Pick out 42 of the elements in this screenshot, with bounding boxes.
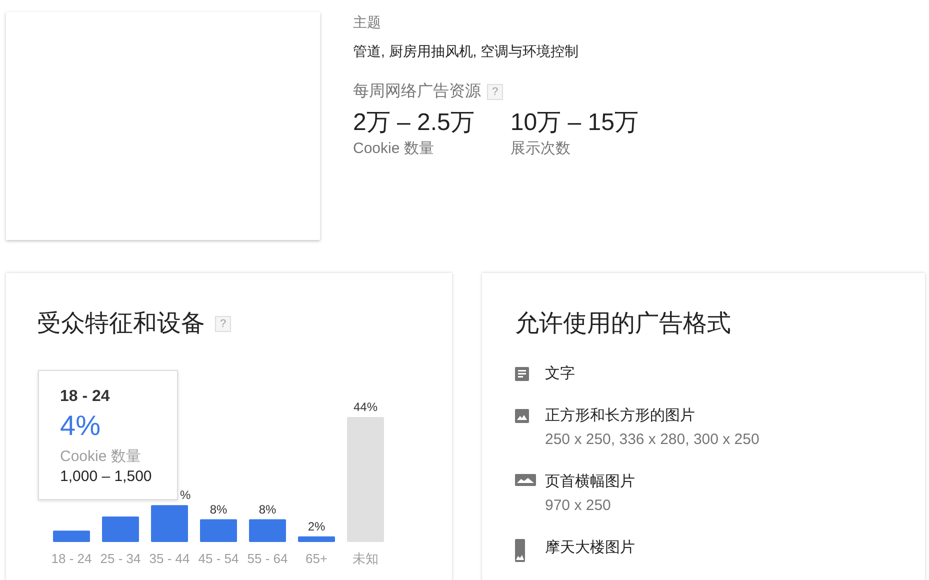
topic-label: 主题 <box>353 13 382 32</box>
format-name: 正方形和长方形的图片 <box>545 406 696 426</box>
axis-label: 65+ <box>305 551 328 566</box>
bar[interactable] <box>102 516 139 542</box>
axis-label: 25 - 34 <box>100 551 141 566</box>
help-icon[interactable]: ? <box>487 84 503 100</box>
stat-label: Cookie 数量 <box>353 139 435 159</box>
stat-value: 2万 – 2.5万 <box>353 108 474 138</box>
inventory-label: 每周网络广告资源 <box>353 82 481 102</box>
image-icon <box>515 409 529 423</box>
axis-label: 45 - 54 <box>198 551 239 566</box>
tooltip-title: 18 - 24 <box>60 387 111 407</box>
image-icon <box>515 474 536 486</box>
value-label: 44% <box>353 400 378 414</box>
format-name: 文字 <box>545 364 575 384</box>
value-label: 2% <box>308 519 326 534</box>
bar[interactable] <box>200 519 237 542</box>
bar[interactable] <box>249 519 286 542</box>
axis-label: 35 - 44 <box>149 551 190 566</box>
bar[interactable] <box>53 530 90 542</box>
value-label: 8% <box>210 502 228 516</box>
card-title: 允许使用的广告格式 <box>515 310 731 337</box>
tooltip-value: 4% <box>60 409 102 443</box>
stat-value: 10万 – 15万 <box>510 108 638 138</box>
bar[interactable] <box>298 536 335 542</box>
format-sizes: 250 x 250, 336 x 280, 300 x 250 <box>545 430 760 450</box>
format-name: 摩天大楼图片 <box>545 538 635 558</box>
help-icon[interactable]: ? <box>215 316 231 332</box>
axis-label: 18 - 24 <box>51 551 92 566</box>
value-label: 8% <box>258 502 276 516</box>
topic-value: 管道, 厨房用抽风机, 空调与环境控制 <box>353 42 580 61</box>
axis-label: 未知 <box>352 551 378 566</box>
value-label: % <box>180 488 191 502</box>
tooltip-range: 1,000 – 1,500 <box>60 467 153 487</box>
document-icon <box>515 367 529 381</box>
axis-label: 55 - 64 <box>247 551 288 566</box>
format-sizes: 970 x 250 <box>545 496 612 516</box>
stat-label: 展示次数 <box>510 139 572 159</box>
tooltip-label: Cookie 数量 <box>60 447 142 467</box>
image-icon <box>515 539 525 562</box>
format-name: 页首横幅图片 <box>545 472 635 492</box>
card-title: 受众特征和设备 <box>37 309 205 339</box>
